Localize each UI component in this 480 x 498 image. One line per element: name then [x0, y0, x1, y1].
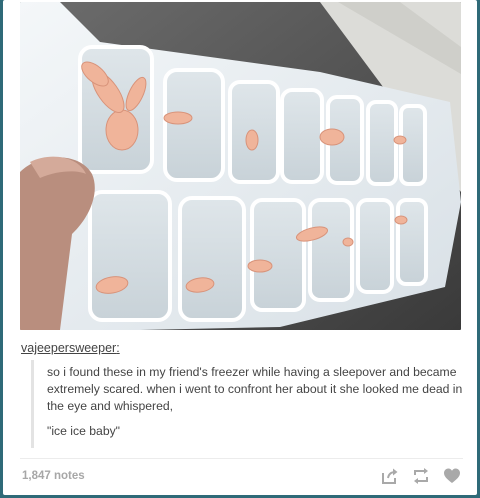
share-icon[interactable] [381, 467, 399, 485]
post-quote-punchline: "ice ice baby" [47, 424, 121, 438]
post-quote: so i found these in my friend's freezer … [31, 360, 463, 448]
reblog-icon[interactable] [412, 467, 430, 485]
post-author-colon: : [116, 341, 120, 355]
notes-count[interactable]: 1,847 notes [22, 470, 85, 482]
ice-tray-photo [20, 2, 461, 330]
post-author-link[interactable]: vajeepersweeper: [21, 341, 120, 355]
post-actions [381, 467, 461, 485]
post-card: vajeepersweeper: so i found these in my … [3, 0, 477, 495]
post-footer: 1,847 notes [20, 458, 463, 491]
post-author-name[interactable]: vajeepersweeper [21, 341, 116, 355]
post-quote-text: so i found these in my friend's freezer … [47, 365, 463, 413]
like-heart-icon[interactable] [443, 467, 461, 485]
post-photo[interactable] [20, 2, 461, 330]
